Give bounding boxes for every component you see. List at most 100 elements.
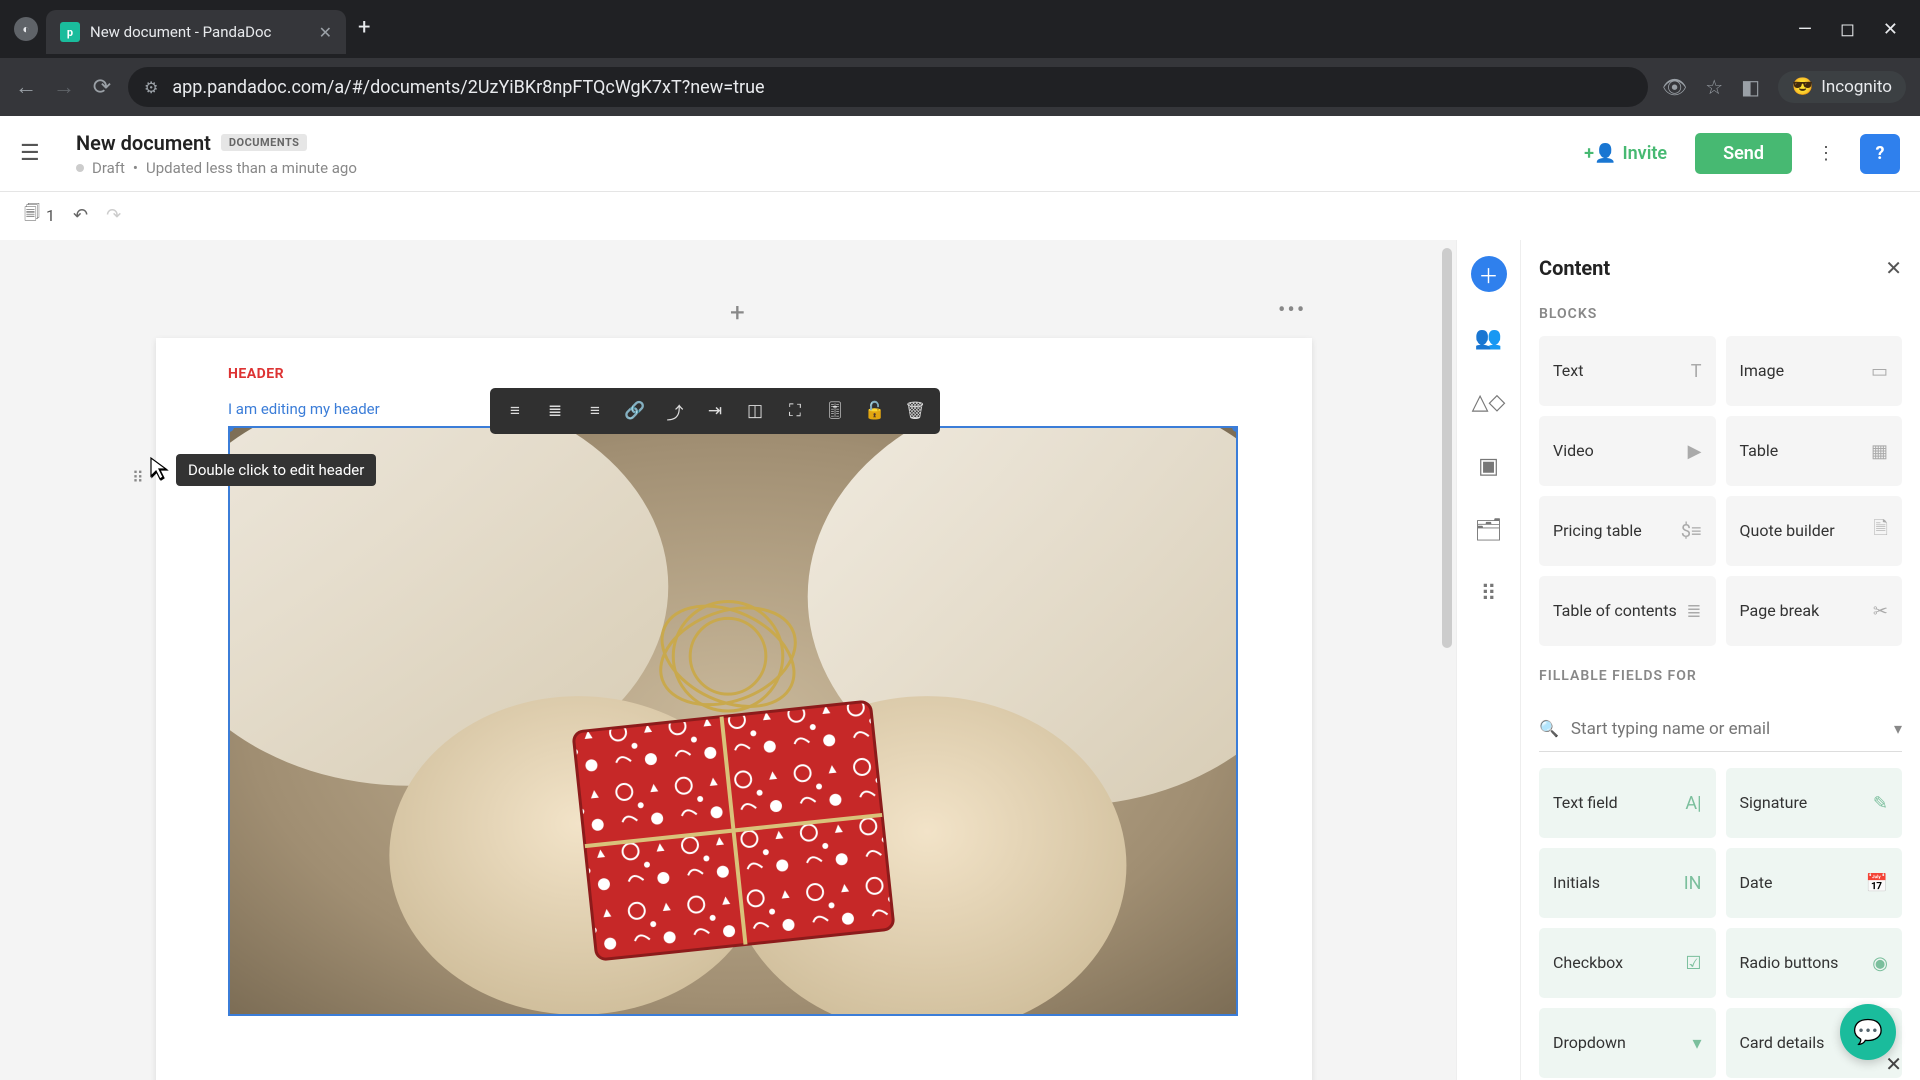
page-break-icon: ✂ [1873,601,1888,622]
variables-tab-icon[interactable]: △◇ [1471,384,1507,420]
block-video[interactable]: Video▶ [1539,416,1716,486]
document-chip: DOCUMENTS [221,134,308,151]
tab-title: New document - PandaDoc [90,23,309,41]
window-icon: ◐ [14,17,38,41]
secondary-toolbar: 🗐 1 ↶ ↷ [0,192,1920,240]
close-panel-button[interactable]: ✕ [1885,256,1902,280]
document-title[interactable]: New document [76,131,211,155]
add-block-button[interactable]: + [730,298,745,328]
block-text-field[interactable]: Text fieldA| [1539,768,1716,838]
page-menu-button[interactable]: ••• [1278,298,1306,323]
status-dot-icon [76,164,84,172]
delete-button[interactable]: 🗑 [896,394,934,428]
block-date[interactable]: Date📅 [1726,848,1903,918]
radio-buttons-icon: ◉ [1872,953,1888,974]
date-icon: 📅 [1866,873,1888,894]
recipient-search[interactable]: 🔍 ▾ [1539,706,1902,752]
lock-button[interactable]: 🔓 [856,394,894,428]
block-dropdown[interactable]: Dropdown▾ [1539,1008,1716,1078]
block-text[interactable]: TextT [1539,336,1716,406]
incognito-label: Incognito [1821,77,1892,97]
reload-button[interactable]: ⟳ [90,75,114,100]
block-toolbar: ≡ ≣ ≡ 🔗 ⤴ ⇥ ◫ ⛶ 🎚 🔓 🗑 [490,388,940,434]
adjust-button[interactable]: 🎚 [816,394,854,428]
image-icon: ▭ [1871,361,1888,382]
align-center-button[interactable]: ≣ [536,394,574,428]
quote-builder-icon: 🗎 [1874,516,1888,546]
upload-button[interactable]: ⤴ [656,394,694,428]
forward-button: → [52,74,76,100]
crop-button[interactable]: ◫ [736,394,774,428]
image-block[interactable] [228,426,1238,1016]
text-field-icon: A| [1685,793,1701,814]
minimize-icon[interactable]: ― [1798,19,1812,40]
apps-tab-icon[interactable]: ⠿ [1471,576,1507,612]
browser-tab[interactable]: p New document - PandaDoc ✕ [46,10,346,54]
block-signature[interactable]: Signature✎ [1726,768,1903,838]
signature-icon: ✎ [1873,793,1888,814]
chevron-down-icon[interactable]: ▾ [1894,719,1902,738]
block-quote-builder[interactable]: Quote builder🗎 [1726,496,1903,566]
maximize-icon[interactable]: ◻ [1840,19,1855,40]
help-button[interactable]: ? [1860,134,1900,174]
block-table-of-contents[interactable]: Table of contents≣ [1539,576,1716,646]
table-of-contents-icon: ≣ [1686,601,1701,622]
incognito-badge[interactable]: 😎 Incognito [1778,71,1906,103]
close-window-icon[interactable]: ✕ [1883,19,1898,40]
more-button[interactable]: ⋮ [1806,134,1846,174]
new-tab-button[interactable]: + [358,15,370,40]
block-initials[interactable]: InitialsIN [1539,848,1716,918]
link-button[interactable]: 🔗 [616,394,654,428]
layout-tab-icon[interactable]: ▣ [1471,448,1507,484]
align-left-button[interactable]: ≡ [496,394,534,428]
url-field[interactable]: ⚙ app.pandadoc.com/a/#/documents/2UzYiBK… [128,67,1648,107]
recipients-tab-icon[interactable]: 👥 [1471,320,1507,356]
document-page[interactable]: HEADER I am editing my header [156,338,1312,1080]
drag-handle-icon[interactable]: ⠿ [132,468,144,487]
star-icon[interactable]: ☆ [1705,75,1723,99]
expand-button[interactable]: ⛶ [776,394,814,428]
dismiss-icon[interactable]: ✕ [1885,1052,1902,1076]
back-button[interactable]: ← [14,74,38,100]
favicon: p [60,22,80,42]
scrollbar[interactable] [1442,248,1452,648]
invite-icon: +👤 [1584,143,1616,164]
initials-icon: IN [1684,873,1702,894]
pricing-table-icon: $≡ [1681,521,1702,542]
header-tooltip: Double click to edit header [176,454,376,486]
wrap-button[interactable]: ⇥ [696,394,734,428]
status-label: Draft [92,159,125,177]
send-button[interactable]: Send [1695,133,1792,174]
undo-button[interactable]: ↶ [73,205,88,226]
address-bar: ← → ⟳ ⚙ app.pandadoc.com/a/#/documents/2… [0,58,1920,116]
chat-button[interactable]: 💬 [1840,1004,1896,1060]
blocks-section-label: BLOCKS [1539,306,1902,322]
panel-icon[interactable]: ◧ [1741,75,1760,99]
block-radio-buttons[interactable]: Radio buttons◉ [1726,928,1903,998]
gift-image [230,428,1236,1014]
panel-title: Content [1539,256,1610,280]
cursor-icon [148,456,170,487]
pages-icon: 🗐 [24,202,40,229]
block-page-break[interactable]: Page break✂ [1726,576,1903,646]
block-table[interactable]: Table▦ [1726,416,1903,486]
eye-off-icon[interactable]: 👁 [1662,75,1687,99]
header-section-label: HEADER [228,366,1240,382]
align-right-button[interactable]: ≡ [576,394,614,428]
recipient-input[interactable] [1571,719,1882,739]
redo-button: ↷ [106,205,121,226]
url-text: app.pandadoc.com/a/#/documents/2UzYiBKr8… [172,77,764,98]
menu-button[interactable]: ☰ [20,141,48,166]
page-indicator[interactable]: 🗐 1 [24,202,55,229]
site-settings-icon[interactable]: ⚙ [144,78,158,97]
invite-button[interactable]: +👤 Invite [1570,135,1681,172]
block-checkbox[interactable]: Checkbox☑ [1539,928,1716,998]
canvas[interactable]: + ••• HEADER I am editing my header [0,240,1456,1080]
block-pricing-table[interactable]: Pricing table$≡ [1539,496,1716,566]
block-image[interactable]: Image▭ [1726,336,1903,406]
design-tab-icon[interactable]: 🗂 [1471,512,1507,548]
content-tab-icon[interactable]: ＋ [1471,256,1507,292]
close-tab-icon[interactable]: ✕ [319,23,332,42]
incognito-icon: 😎 [1792,77,1813,97]
text-icon: T [1691,361,1702,382]
